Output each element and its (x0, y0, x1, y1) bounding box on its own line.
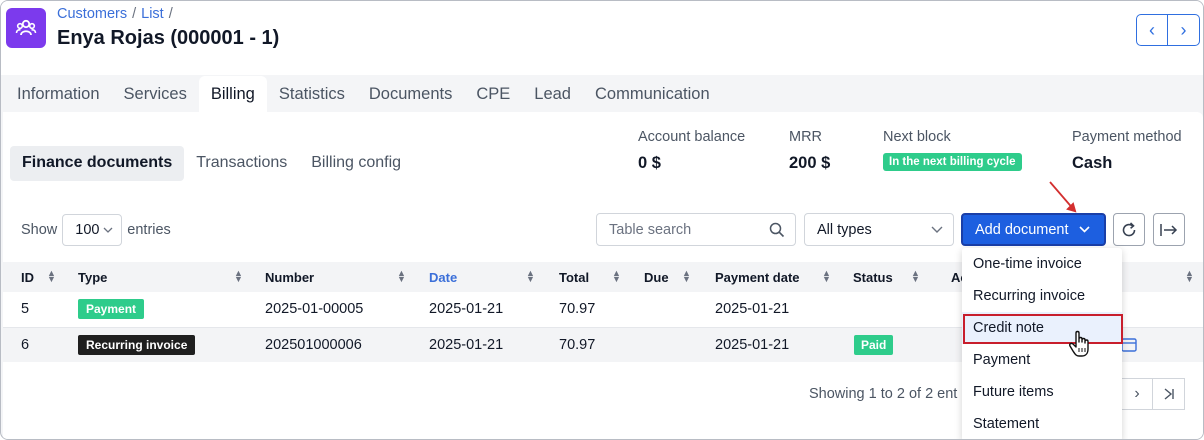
annotation-arrow-icon (1049, 181, 1077, 213)
app-window: Customers / List / Enya Rojas (000001 - 1) … (0, 0, 1204, 440)
hand-cursor-icon (1069, 330, 1089, 357)
